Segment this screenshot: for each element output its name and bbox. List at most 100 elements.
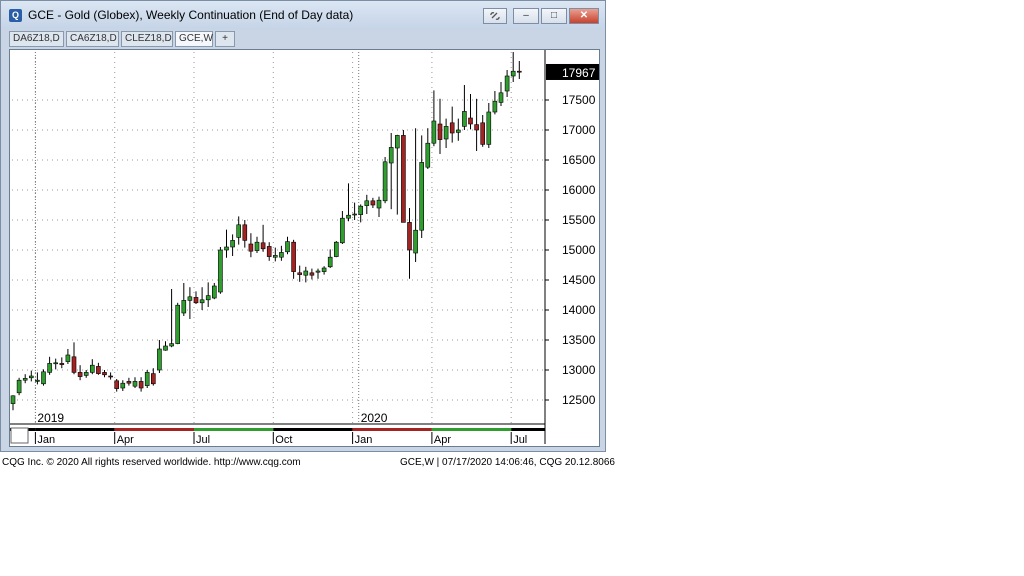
candle-body xyxy=(151,373,156,385)
candle-body xyxy=(401,135,406,223)
candle-body xyxy=(212,285,217,299)
candle-body xyxy=(224,246,229,251)
candle-body xyxy=(443,126,449,140)
link-button[interactable] xyxy=(483,8,507,24)
month-label: Apr xyxy=(434,434,451,446)
candle-body xyxy=(364,200,370,206)
candle-body xyxy=(291,241,296,272)
candle-body xyxy=(370,200,376,206)
candle-body xyxy=(132,381,138,387)
candle-body xyxy=(498,92,504,103)
candle-body xyxy=(126,381,132,384)
title-bar[interactable]: Q GCE - Gold (Globex), Weekly Continuati… xyxy=(1,1,605,29)
month-label: Oct xyxy=(275,434,292,446)
y-tick-label: 17000 xyxy=(562,123,596,137)
candle-body xyxy=(327,256,333,268)
candle-body xyxy=(419,162,425,231)
candle-body xyxy=(510,70,516,77)
last-price-label: 17967 xyxy=(562,66,596,80)
year-label: 2020 xyxy=(361,411,388,425)
candle-body xyxy=(218,249,223,293)
candle-body xyxy=(504,75,510,92)
candle-body xyxy=(47,363,52,373)
candle-body xyxy=(455,129,461,133)
candle-body xyxy=(516,70,522,73)
candle-body xyxy=(266,246,272,257)
cqg-app-icon: Q xyxy=(9,9,22,22)
window-title: GCE - Gold (Globex), Weekly Continuation… xyxy=(28,8,354,22)
link-icon xyxy=(490,12,500,20)
candle-body xyxy=(462,111,467,127)
add-tab-button[interactable]: + xyxy=(215,31,235,47)
tab-clez18[interactable]: CLEZ18,D xyxy=(121,31,173,47)
candle-body xyxy=(358,205,364,215)
candle-body xyxy=(248,243,254,252)
candle-body xyxy=(90,364,95,373)
close-button[interactable]: ✕ xyxy=(569,8,599,24)
candle-body xyxy=(59,363,65,365)
y-tick-label: 15500 xyxy=(562,213,596,227)
candle-body xyxy=(157,348,162,371)
candle-body xyxy=(492,100,498,113)
candle-body xyxy=(333,241,339,257)
candle-body xyxy=(41,371,46,385)
candle-body xyxy=(376,199,382,209)
session-band xyxy=(431,428,512,431)
candle-body xyxy=(474,124,479,131)
maximize-button[interactable]: □ xyxy=(541,8,567,24)
candle-body xyxy=(144,372,150,386)
y-tick-label: 13500 xyxy=(562,333,596,347)
footer-copyright: CQG Inc. © 2020 All rights reserved worl… xyxy=(2,457,301,468)
chart-window: Q GCE - Gold (Globex), Weekly Continuati… xyxy=(0,0,606,452)
candle-body xyxy=(449,122,455,134)
tab-ca6z18[interactable]: CA6Z18,D xyxy=(66,31,119,47)
candle-body xyxy=(486,111,492,145)
month-label: Jan xyxy=(37,434,55,446)
candle-body xyxy=(102,372,107,376)
candle-body xyxy=(53,362,59,365)
session-band xyxy=(114,428,194,431)
candle-body xyxy=(71,356,77,373)
y-tick-label: 14500 xyxy=(562,273,596,287)
tab-gce-w[interactable]: GCE,W xyxy=(175,31,213,47)
candle-body xyxy=(65,354,71,362)
candle-body xyxy=(187,296,193,301)
candle-body xyxy=(28,375,34,379)
candle-body xyxy=(254,241,260,251)
candle-body xyxy=(297,272,303,275)
candle-body xyxy=(163,345,168,351)
minimize-button[interactable]: – xyxy=(513,8,539,24)
candle-body xyxy=(346,214,351,219)
candle-body xyxy=(388,147,394,164)
candle-body xyxy=(16,379,22,394)
candle-body xyxy=(96,366,101,374)
candle-body xyxy=(114,380,119,389)
tab-da6z18[interactable]: DA6Z18,D xyxy=(9,31,64,47)
candle-body xyxy=(468,117,473,125)
y-tick-label: 13000 xyxy=(562,363,596,377)
candle-body xyxy=(260,242,266,250)
year-label: 2019 xyxy=(37,411,64,425)
candle-body xyxy=(407,222,412,251)
candle-body xyxy=(425,142,431,168)
candle-body xyxy=(193,297,199,304)
candle-body xyxy=(242,224,248,241)
footer-status: GCE,W | 07/17/2020 14:06:46, CQG 20.12.8… xyxy=(400,457,615,468)
y-tick-label: 14000 xyxy=(562,303,596,317)
candle-body xyxy=(199,299,205,304)
candle-body xyxy=(413,229,418,254)
month-label: Jan xyxy=(355,434,373,446)
candle-body xyxy=(437,123,443,140)
candle-body xyxy=(169,343,174,347)
candle-body xyxy=(236,224,241,238)
session-band xyxy=(511,428,545,431)
candle-body xyxy=(382,161,388,202)
candle-body xyxy=(35,379,40,382)
candle-body xyxy=(120,382,126,389)
candlestick-chart[interactable]: 12500 13000 13500 14000 14500 15000 15500 16000… xyxy=(10,50,599,446)
candle-body xyxy=(10,395,16,404)
y-tick-label: 16000 xyxy=(562,183,596,197)
candle-body xyxy=(181,300,187,314)
candle-body xyxy=(272,255,278,258)
candle-body xyxy=(22,378,28,381)
